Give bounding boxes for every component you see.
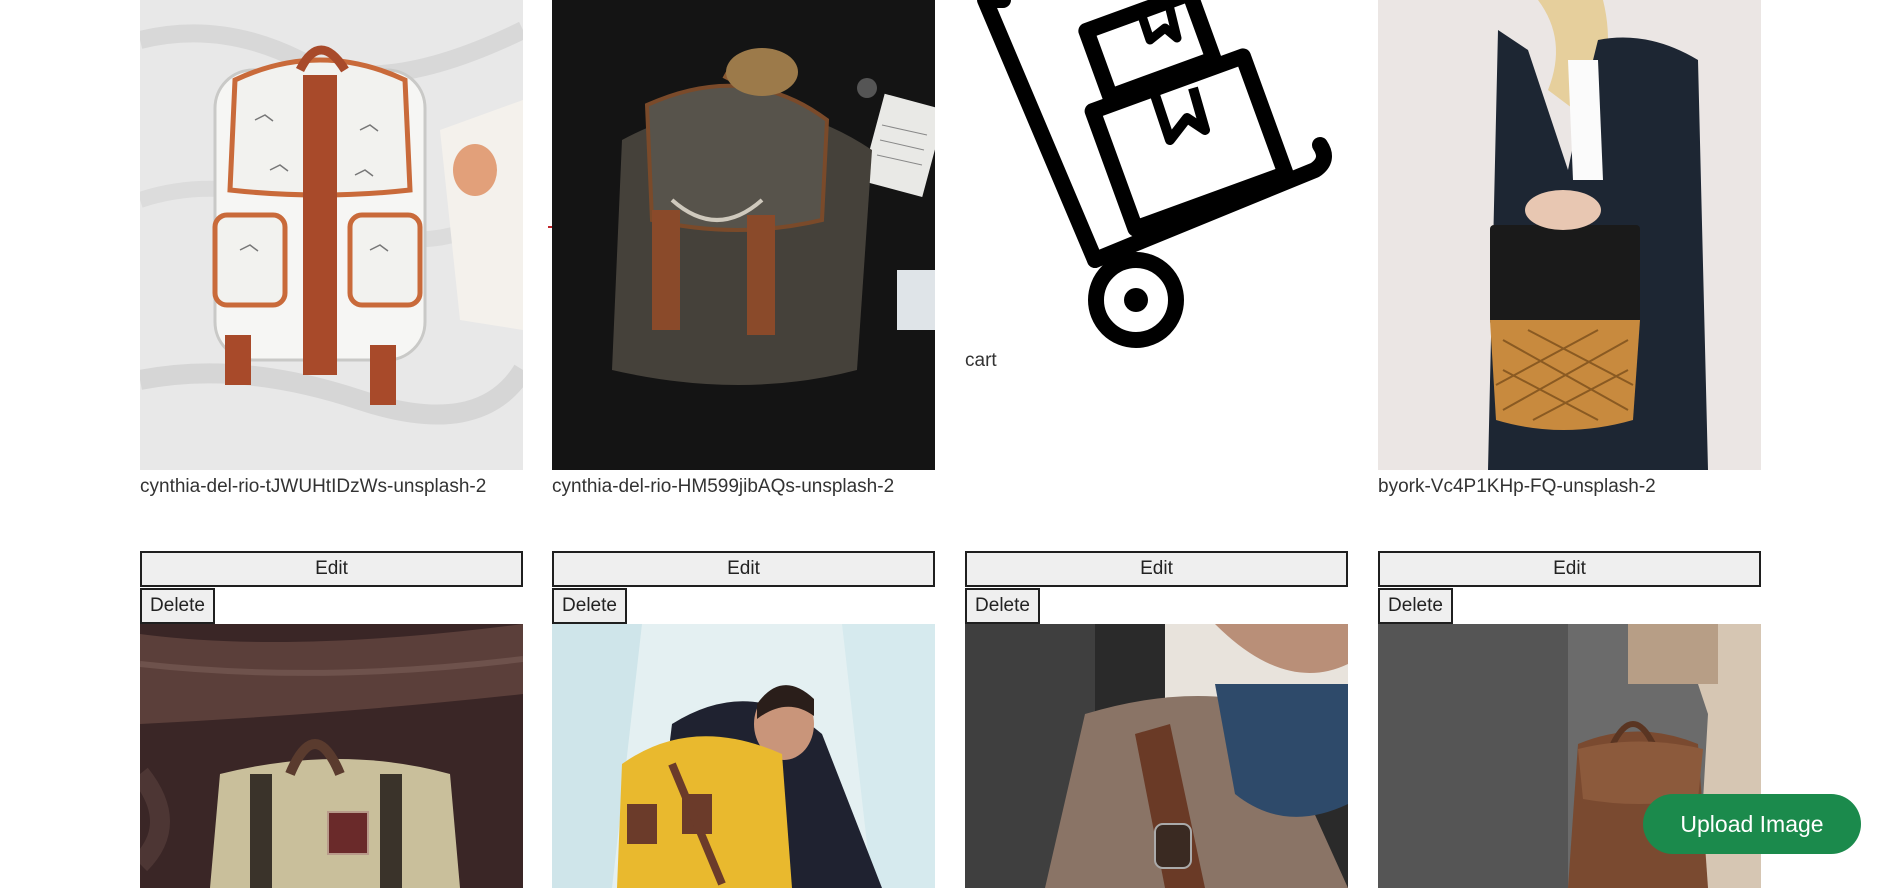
- delete-button[interactable]: Delete: [552, 588, 627, 624]
- hand-truck-icon: [965, 0, 1348, 350]
- image-caption: cynthia-del-rio-HM599jibAQs-unsplash-2: [552, 476, 895, 497]
- backpack-photo-icon: [140, 0, 523, 470]
- gallery-image-3[interactable]: [965, 0, 1348, 350]
- gallery-image-2[interactable]: [552, 0, 935, 470]
- edit-button[interactable]: Edit: [965, 551, 1348, 587]
- upload-image-button[interactable]: Upload Image: [1643, 794, 1861, 854]
- gallery-image-1[interactable]: [140, 0, 523, 470]
- gallery-image-6[interactable]: [552, 624, 935, 888]
- delete-button[interactable]: Delete: [965, 588, 1040, 624]
- yellow-backpack-photo-icon: [552, 624, 935, 888]
- edit-button[interactable]: Edit: [552, 551, 935, 587]
- image-caption: byork-Vc4P1KHp-FQ-unsplash-2: [1378, 476, 1656, 497]
- woman-with-bag-photo-icon: [1378, 0, 1761, 470]
- gallery-image-5[interactable]: [140, 624, 523, 888]
- edit-button[interactable]: Edit: [1378, 551, 1761, 587]
- delete-button[interactable]: Delete: [140, 588, 215, 624]
- backpack-photo-icon: [552, 0, 935, 470]
- gallery-image-7[interactable]: [965, 624, 1348, 888]
- image-caption: cynthia-del-rio-tJWUHtIDzWs-unsplash-2: [140, 476, 487, 497]
- gallery-image-4[interactable]: [1378, 0, 1761, 470]
- edit-button[interactable]: Edit: [140, 551, 523, 587]
- delete-button[interactable]: Delete: [1378, 588, 1453, 624]
- man-leather-strap-photo-icon: [965, 624, 1348, 888]
- image-caption: cart: [965, 350, 997, 371]
- messenger-bag-photo-icon: [140, 624, 523, 888]
